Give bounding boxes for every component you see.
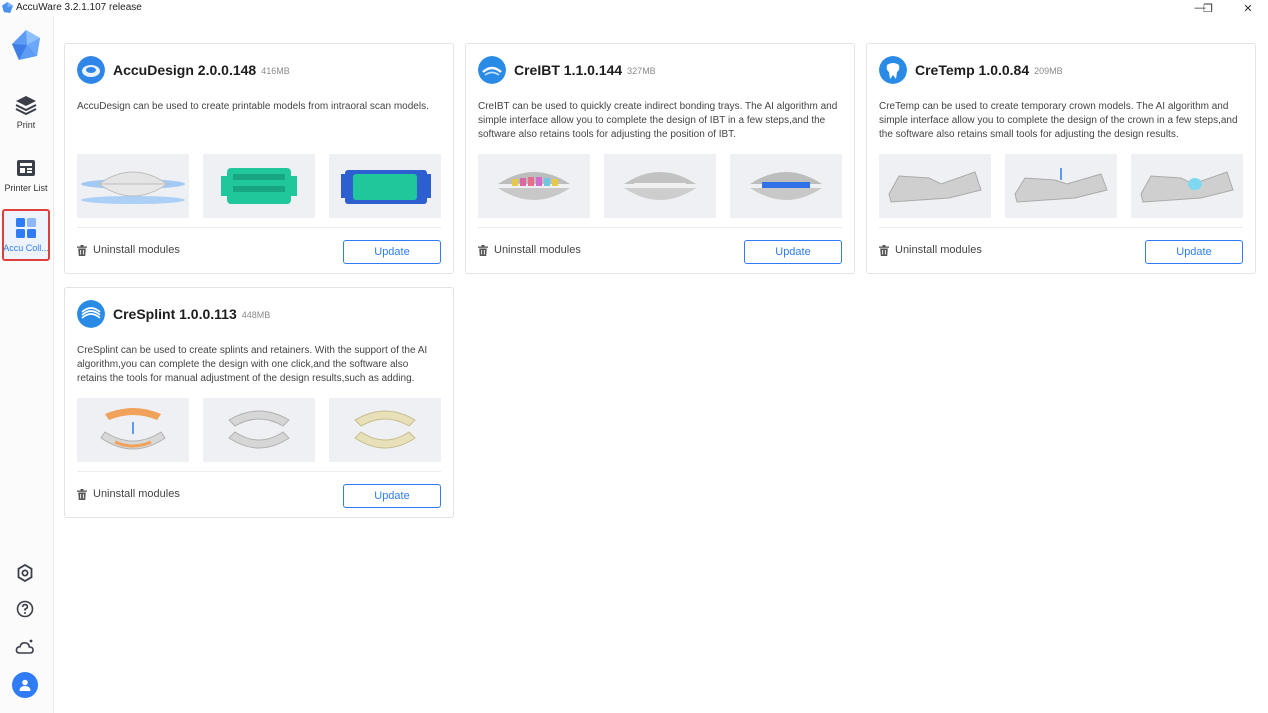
preview-image bbox=[329, 398, 441, 462]
trash-icon bbox=[478, 244, 488, 256]
app-logo-icon bbox=[2, 2, 13, 13]
uninstall-modules-button[interactable]: Uninstall modules bbox=[478, 244, 581, 256]
preview-image bbox=[77, 398, 189, 462]
preview-image bbox=[879, 154, 991, 218]
sidebar-item-accu-collection[interactable]: Accu Coll... bbox=[2, 209, 50, 261]
divider bbox=[77, 227, 441, 228]
module-header: CreIBT 1.1.0.144 327MB bbox=[478, 56, 656, 84]
preview-image bbox=[604, 154, 716, 218]
preview-image bbox=[478, 154, 590, 218]
sidebar-item-print[interactable]: Print bbox=[2, 88, 50, 140]
module-header: CreSplint 1.0.0.113 448MB bbox=[77, 300, 270, 328]
module-description: AccuDesign can be used to create printab… bbox=[77, 101, 429, 112]
divider bbox=[77, 471, 441, 472]
sidebar-item-label: Accu Coll... bbox=[3, 243, 49, 253]
module-title: AccuDesign 2.0.0.148 bbox=[113, 62, 257, 78]
module-description: CreSplint can be used to create splints … bbox=[77, 345, 428, 384]
module-card-creibt: CreIBT 1.1.0.144 327MB CreIBT can be use… bbox=[465, 43, 855, 274]
uninstall-label: Uninstall modules bbox=[93, 488, 180, 500]
update-button[interactable]: Update bbox=[343, 240, 441, 264]
app-logo-icon bbox=[12, 30, 40, 60]
sidebar: Print Printer List Accu Coll... bbox=[0, 16, 54, 713]
update-button[interactable]: Update bbox=[744, 240, 842, 264]
module-previews bbox=[77, 398, 441, 462]
cresplint-logo-icon bbox=[77, 300, 105, 328]
module-size: 416MB bbox=[261, 66, 290, 76]
settings-icon[interactable] bbox=[14, 562, 36, 584]
trash-icon bbox=[77, 488, 87, 500]
sidebar-item-printer-list[interactable]: Printer List bbox=[2, 151, 50, 203]
preview-image bbox=[203, 398, 315, 462]
module-card-accudesign: AccuDesign 2.0.0.148 416MB AccuDesign ca… bbox=[64, 43, 454, 274]
update-button[interactable]: Update bbox=[343, 484, 441, 508]
preview-image bbox=[203, 154, 315, 218]
module-title: CreIBT 1.1.0.144 bbox=[514, 62, 623, 78]
preview-image bbox=[1005, 154, 1117, 218]
module-card-cresplint: CreSplint 1.0.0.113 448MB CreSplint can … bbox=[64, 287, 454, 518]
help-icon[interactable] bbox=[14, 598, 36, 620]
uninstall-label: Uninstall modules bbox=[895, 244, 982, 256]
close-button[interactable]: ✕ bbox=[1228, 0, 1268, 16]
module-size: 327MB bbox=[627, 66, 656, 76]
update-button[interactable]: Update bbox=[1145, 240, 1243, 264]
uninstall-label: Uninstall modules bbox=[93, 244, 180, 256]
module-previews bbox=[879, 154, 1243, 218]
cloud-icon[interactable] bbox=[14, 636, 36, 658]
module-description: CreIBT can be used to quickly create ind… bbox=[478, 101, 838, 140]
uninstall-modules-button[interactable]: Uninstall modules bbox=[77, 244, 180, 256]
preview-image bbox=[1131, 154, 1243, 218]
accudesign-logo-icon bbox=[77, 56, 105, 84]
module-header: CreTemp 1.0.0.84 209MB bbox=[879, 56, 1063, 84]
module-previews bbox=[478, 154, 842, 218]
module-card-cretemp: CreTemp 1.0.0.84 209MB CreTemp can be us… bbox=[866, 43, 1256, 274]
sidebar-item-label: Print bbox=[16, 120, 36, 130]
maximize-button[interactable]: ❐ bbox=[1188, 0, 1228, 16]
divider bbox=[478, 227, 842, 228]
uninstall-modules-button[interactable]: Uninstall modules bbox=[879, 244, 982, 256]
sidebar-item-label: Printer List bbox=[4, 183, 48, 193]
preview-image bbox=[730, 154, 842, 218]
module-previews bbox=[77, 154, 441, 218]
cretemp-logo-icon bbox=[879, 56, 907, 84]
preview-image bbox=[77, 154, 189, 218]
apps-grid-icon bbox=[16, 218, 36, 238]
module-header: AccuDesign 2.0.0.148 416MB bbox=[77, 56, 290, 84]
uninstall-label: Uninstall modules bbox=[494, 244, 581, 256]
title-bar: AccuWare 3.2.1.107 release — ❐ ✕ bbox=[0, 0, 1268, 16]
trash-icon bbox=[879, 244, 889, 256]
module-size: 209MB bbox=[1034, 66, 1063, 76]
module-title: CreSplint 1.0.0.113 bbox=[113, 306, 237, 322]
divider bbox=[879, 227, 1243, 228]
module-size: 448MB bbox=[241, 310, 271, 320]
layers-icon bbox=[15, 96, 37, 116]
creibt-logo-icon bbox=[478, 56, 506, 84]
window-title: AccuWare 3.2.1.107 release bbox=[16, 2, 142, 13]
printer-list-icon bbox=[17, 160, 35, 176]
module-description: CreTemp can be used to create temporary … bbox=[879, 101, 1238, 140]
preview-image bbox=[329, 154, 441, 218]
module-title: CreTemp 1.0.0.84 bbox=[915, 62, 1030, 78]
uninstall-modules-button[interactable]: Uninstall modules bbox=[77, 488, 180, 500]
user-avatar-icon[interactable] bbox=[12, 672, 38, 698]
trash-icon bbox=[77, 244, 87, 256]
